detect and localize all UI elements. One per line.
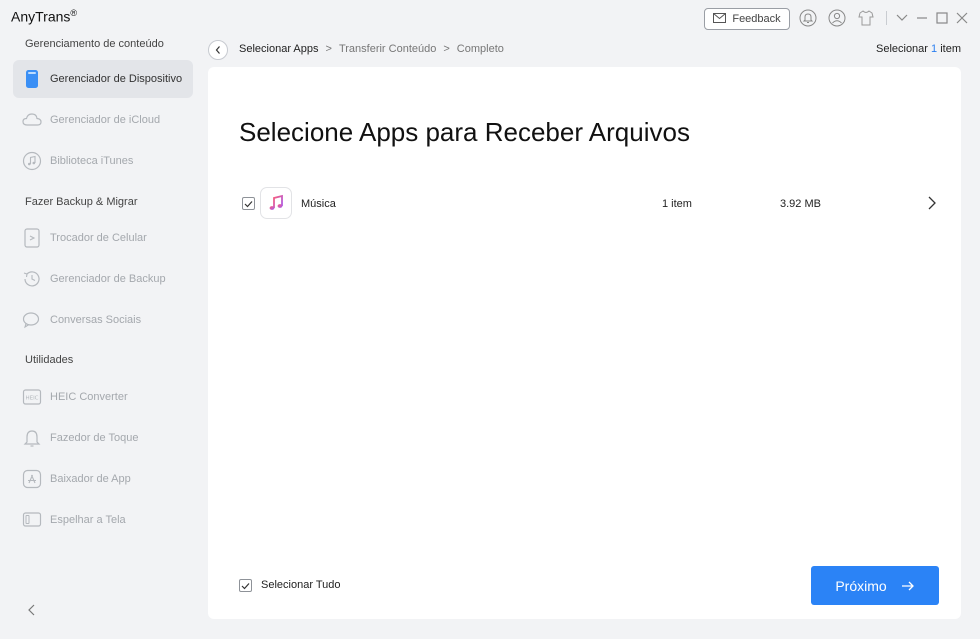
maximize-icon[interactable] [933,9,951,27]
sidebar-item-heic-converter[interactable]: HEIC HEIC Converter [13,378,193,416]
sidebar-item-label: Gerenciador de iCloud [50,114,161,126]
sidebar-item-app-downloader[interactable]: Baixador de App [13,460,193,498]
row-size: 3.92 MB [780,198,821,210]
selected-prefix: Selecionar [875,43,932,55]
music-app-icon [260,187,292,219]
breadcrumb-step-complete: Completo [456,43,504,55]
breadcrumb-separator: > [325,43,332,55]
app-name: AnyTrans [11,8,71,25]
sidebar-item-label: Biblioteca iTunes [50,155,134,167]
sidebar-item-screen-mirror[interactable]: Espelhar a Tela [13,501,193,539]
page-title: Selecione Apps para Receber Arquivos [239,117,690,147]
next-button[interactable]: Próximo [811,566,939,605]
chat-icon [22,310,42,330]
bell-icon [22,428,42,448]
close-icon[interactable] [953,9,971,27]
feedback-button[interactable]: Feedback [704,8,790,30]
chevron-down-icon[interactable] [893,9,911,27]
sidebar-item-itunes-library[interactable]: Biblioteca iTunes [13,142,193,180]
breadcrumb: Selecionar Apps > Transferir Conteúdo > … [239,43,504,55]
breadcrumb-step-select-apps: Selecionar Apps [239,43,319,55]
sidebar-item-backup-manager[interactable]: Gerenciador de Backup [13,260,193,298]
phone-switch-icon [22,228,42,248]
breadcrumb-step-transfer: Transferir Conteúdo [338,43,437,55]
heic-icon: HEIC [22,387,42,407]
backup-clock-icon [22,269,42,289]
collapse-sidebar-icon[interactable] [24,602,40,618]
sidebar-item-label: Trocador de Celular [50,232,147,244]
music-note-icon [22,151,42,171]
row-app-name: Música [301,198,336,210]
next-button-label: Próximo [835,577,887,594]
feedback-label: Feedback [732,13,781,25]
sidebar-item-ringtone-maker[interactable]: Fazedor de Toque [13,419,193,457]
selected-suffix: item [937,43,961,55]
registered-mark: ® [70,8,78,18]
section-title-utilities: Utilidades [25,354,74,366]
sidebar-item-label: Conversas Sociais [50,314,142,326]
sidebar-item-label: HEIC Converter [50,391,128,403]
select-all-checkbox[interactable] [239,579,252,592]
account-icon[interactable] [828,9,846,27]
titlebar-divider [886,11,887,25]
select-all-label: Selecionar Tudo [261,579,341,591]
minimize-icon[interactable] [913,9,931,27]
sidebar-item-device-manager[interactable]: Gerenciador de Dispositivo [13,60,193,98]
section-title-backup: Fazer Backup & Migrar [25,196,138,208]
mirror-icon [22,510,42,530]
sidebar-item-social-chats[interactable]: Conversas Sociais [13,301,193,339]
sidebar: Gerenciamento de conteúdo Gerenciador de… [0,36,204,639]
app-store-icon [22,469,42,489]
sidebar-item-phone-switcher[interactable]: Trocador de Celular [13,219,193,257]
row-item-count: 1 item [662,198,692,210]
chevron-right-icon[interactable] [925,195,939,211]
sidebar-item-label: Gerenciador de Dispositivo [50,73,183,85]
row-checkbox[interactable] [242,197,255,210]
title-bar: AnyTrans® Feedback [0,0,980,36]
cloud-icon [22,110,42,130]
sidebar-item-label: Fazedor de Toque [50,432,139,444]
sidebar-item-label: Espelhar a Tela [50,514,126,526]
sidebar-item-icloud-manager[interactable]: Gerenciador de iCloud [13,101,193,139]
back-button[interactable] [208,40,228,60]
arrow-right-icon [901,578,915,594]
svg-text:HEIC: HEIC [25,396,38,402]
notification-bell-icon[interactable] [799,9,817,27]
skin-shirt-icon[interactable] [857,9,875,27]
app-title: AnyTrans® [11,8,77,25]
main-panel: Selecione Apps para Receber Arquivos Mús… [208,67,961,619]
list-item[interactable]: Música 1 item 3.92 MB [239,187,936,221]
sidebar-item-label: Baixador de App [50,473,131,485]
section-title-content: Gerenciamento de conteúdo [25,38,164,50]
selected-count: Selecionar 1 item [876,43,961,55]
sidebar-item-label: Gerenciador de Backup [50,273,166,285]
mail-icon [713,12,727,26]
device-icon [22,69,42,89]
breadcrumb-separator: > [443,43,450,55]
